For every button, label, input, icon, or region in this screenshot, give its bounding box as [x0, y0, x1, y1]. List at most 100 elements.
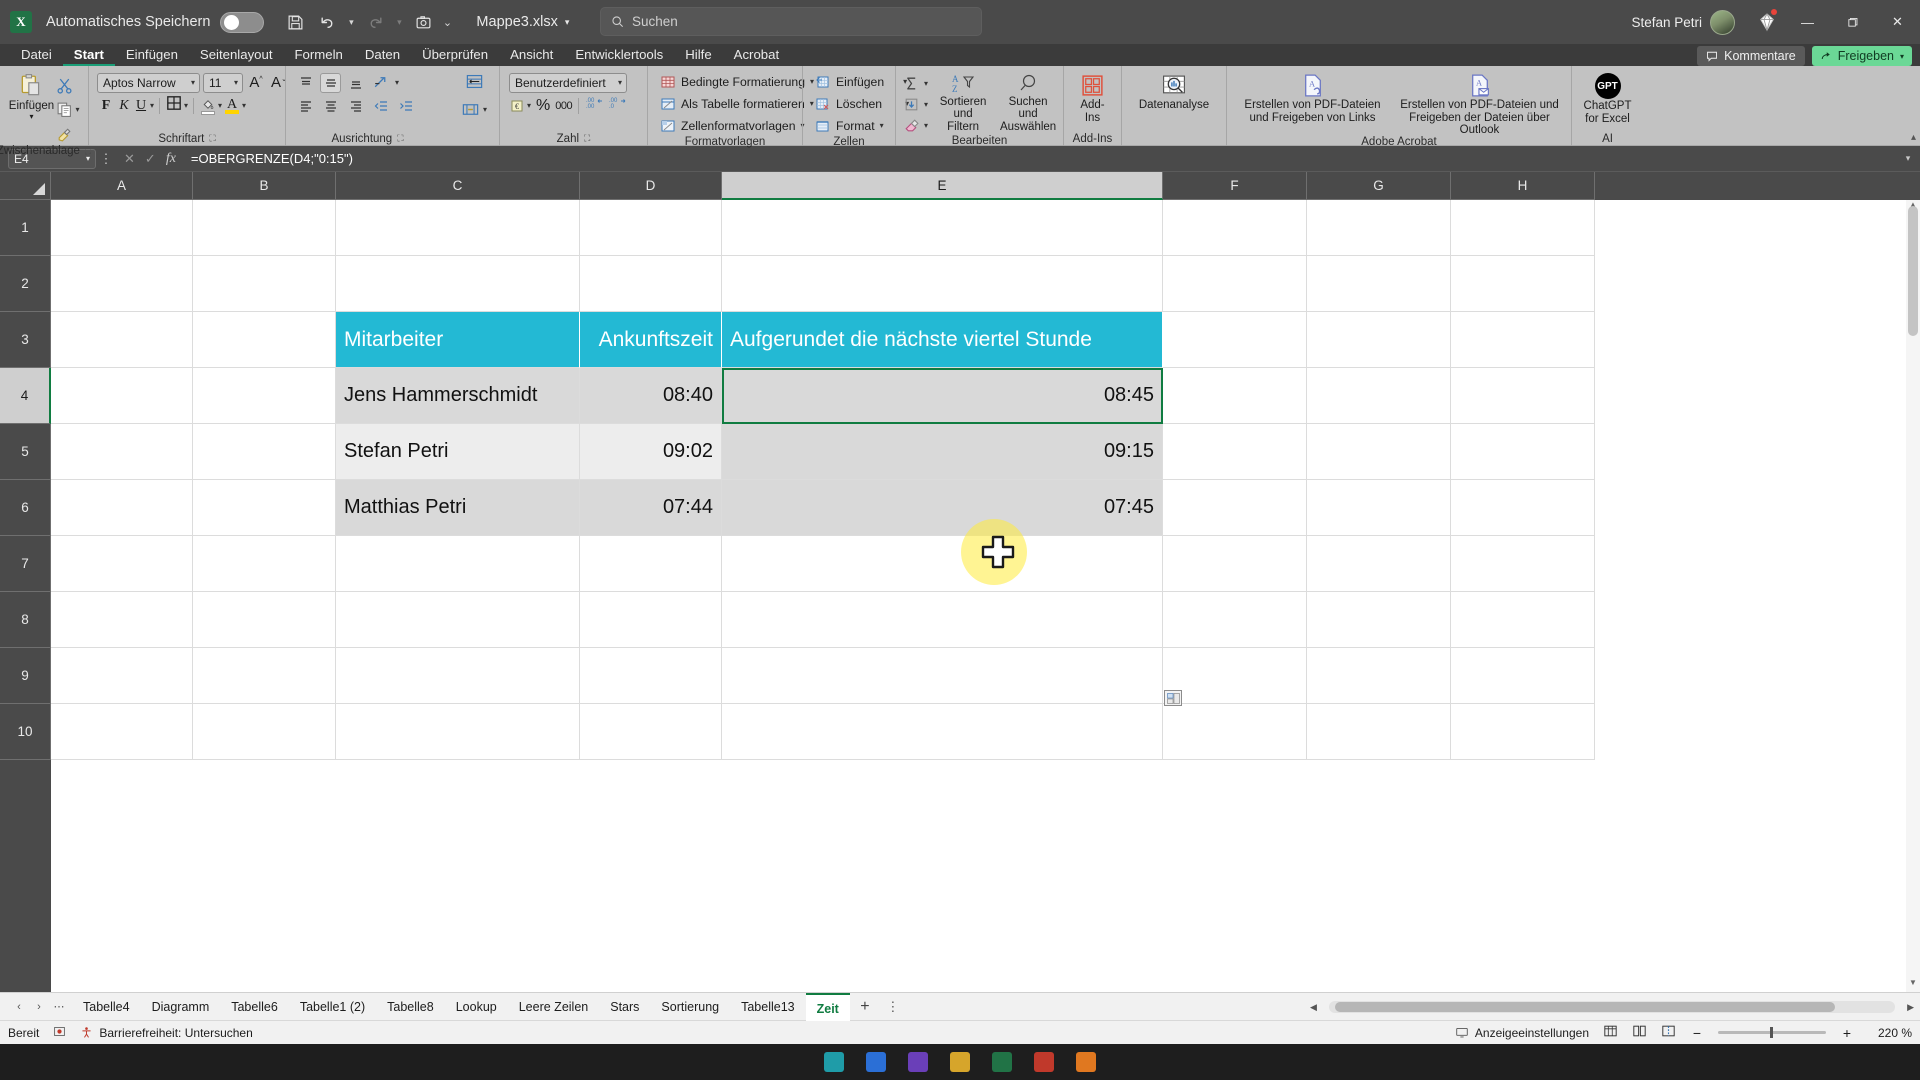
cell-A2[interactable] — [51, 256, 193, 312]
sheet-tab-tabelle4[interactable]: Tabelle4 — [72, 993, 141, 1021]
tab-ueberpruefen[interactable]: Überprüfen — [411, 45, 499, 66]
row-header-4[interactable]: 4 — [0, 368, 51, 424]
taskbar-icon-blue-app[interactable] — [866, 1052, 886, 1072]
cell-C4[interactable]: Jens Hammerschmidt — [336, 368, 580, 424]
cut-button[interactable] — [56, 73, 79, 97]
select-all-corner[interactable] — [0, 172, 51, 200]
increase-decimal-button[interactable]: .00.00 — [585, 95, 603, 116]
undo-dropdown-icon[interactable]: ▾ — [344, 8, 358, 36]
cell-G6[interactable] — [1307, 480, 1451, 536]
cell-C5[interactable]: Stefan Petri — [336, 424, 580, 480]
clear-button[interactable]: ▾ — [903, 115, 928, 135]
cell-F4[interactable] — [1163, 368, 1307, 424]
sort-filter-button[interactable]: AZ Sortieren und Filtern — [934, 71, 992, 133]
format-cells-button[interactable]: Format ▾ — [811, 115, 888, 136]
sheet-tab-sortierung[interactable]: Sortierung — [650, 993, 730, 1021]
cell-A9[interactable] — [51, 648, 193, 704]
font-family-chevron-icon[interactable]: ▾ — [191, 78, 195, 87]
align-top-button[interactable] — [295, 73, 316, 93]
comments-button[interactable]: Kommentare — [1697, 46, 1805, 66]
cell-E8[interactable] — [722, 592, 1163, 648]
vertical-scroll-thumb[interactable] — [1908, 206, 1918, 336]
underline-chevron-icon[interactable]: ▾ — [150, 101, 154, 110]
format-as-table-button[interactable]: Als Tabelle formatieren ▾ — [656, 93, 818, 114]
cell-D6[interactable]: 07:44 — [580, 480, 722, 536]
cell-styles-button[interactable]: Zellenformatvorlagen ▾ — [656, 115, 809, 136]
sheet-nav-ellipsis-icon[interactable]: ⋯ — [50, 1000, 68, 1013]
cell-H2[interactable] — [1451, 256, 1595, 312]
undo-icon[interactable] — [312, 8, 342, 36]
cell-A6[interactable] — [51, 480, 193, 536]
cell-C1[interactable] — [336, 200, 580, 256]
sheet-nav-prev-icon[interactable]: ‹ — [10, 1001, 28, 1013]
tab-acrobat[interactable]: Acrobat — [723, 45, 790, 66]
cell-E2[interactable] — [722, 256, 1163, 312]
conditional-formatting-button[interactable]: Bedingte Formatierung ▾ — [656, 71, 818, 92]
tab-ansicht[interactable]: Ansicht — [499, 45, 564, 66]
orientation-button[interactable] — [370, 73, 391, 93]
tab-formeln[interactable]: Formeln — [284, 45, 354, 66]
copilot-icon[interactable] — [1749, 0, 1785, 44]
merge-chevron-icon[interactable]: ▾ — [483, 105, 487, 114]
cell-F6[interactable] — [1163, 480, 1307, 536]
taskbar-icon-green-app[interactable] — [992, 1052, 1012, 1072]
tab-einfuegen[interactable]: Einfügen — [115, 45, 189, 66]
cell-B2[interactable] — [193, 256, 336, 312]
document-title-chevron-icon[interactable]: ▾ — [565, 17, 570, 28]
format-cells-chevron-icon[interactable]: ▾ — [880, 121, 884, 130]
dataanalysis-button[interactable]: Datenanalyse — [1127, 71, 1221, 111]
column-header-c[interactable]: C — [336, 172, 580, 200]
orientation-chevron-icon[interactable]: ▾ — [395, 78, 399, 87]
thousands-separator-button[interactable]: 000 — [555, 100, 572, 112]
cell-D7[interactable] — [580, 536, 722, 592]
add-sheet-button[interactable]: + — [850, 998, 880, 1016]
addins-button[interactable]: Add- Ins — [1069, 71, 1116, 124]
create-pdf-share-outlook-button[interactable]: A Erstellen von PDF-Dateien und Freigebe… — [1394, 71, 1566, 136]
alignment-dialog-launcher-icon[interactable]: ⛶ — [397, 133, 403, 144]
number-dialog-launcher-icon[interactable]: ⛶ — [584, 133, 590, 144]
tab-datei[interactable]: Datei — [10, 45, 63, 66]
number-format-select[interactable]: Benutzerdefiniert ▾ — [509, 72, 627, 93]
column-header-f[interactable]: F — [1163, 172, 1307, 200]
cell-B10[interactable] — [193, 704, 336, 760]
tab-seitenlayout[interactable]: Seitenlayout — [189, 45, 284, 66]
number-format-chevron-icon[interactable]: ▾ — [618, 78, 622, 87]
column-header-h[interactable]: H — [1451, 172, 1595, 200]
qat-customize-icon[interactable]: ⌄ — [440, 8, 454, 36]
cell-E1[interactable] — [722, 200, 1163, 256]
cell-H5[interactable] — [1451, 424, 1595, 480]
sheet-tab-stars[interactable]: Stars — [599, 993, 650, 1021]
avatar[interactable] — [1710, 9, 1735, 35]
tab-hilfe[interactable]: Hilfe — [674, 45, 722, 66]
cell-E5[interactable]: 09:15 — [722, 424, 1163, 480]
ribbon-collapse-icon[interactable]: ▴ — [1911, 132, 1916, 143]
cell-C10[interactable] — [336, 704, 580, 760]
zoom-out-button[interactable]: − — [1690, 1025, 1704, 1041]
row-header-8[interactable]: 8 — [0, 592, 51, 648]
vertical-scrollbar[interactable]: ▲ ▼ — [1906, 200, 1920, 992]
fill-down-button[interactable]: ▾ — [903, 94, 928, 114]
cell-G8[interactable] — [1307, 592, 1451, 648]
cell-C2[interactable] — [336, 256, 580, 312]
fill-color-button[interactable] — [199, 97, 217, 115]
cell-D1[interactable] — [580, 200, 722, 256]
autosave-toggle[interactable] — [220, 11, 265, 33]
view-page-layout-button[interactable] — [1632, 1024, 1647, 1041]
sheet-list-button[interactable]: ⋮ — [880, 999, 906, 1015]
row-header-2[interactable]: 2 — [0, 256, 51, 312]
sheet-tab-tabelle13[interactable]: Tabelle13 — [730, 993, 806, 1021]
copy-chevron-icon[interactable]: ▾ — [75, 105, 79, 114]
cell-B5[interactable] — [193, 424, 336, 480]
cell-E3[interactable]: Aufgerundet die nächste viertel Stunde — [722, 312, 1163, 368]
maximize-button[interactable] — [1830, 0, 1875, 44]
borders-button[interactable] — [165, 94, 183, 117]
confirm-icon[interactable]: ✓ — [145, 151, 156, 167]
cell-F5[interactable] — [1163, 424, 1307, 480]
zoom-level-label[interactable]: 220 % — [1868, 1026, 1912, 1040]
minimize-button[interactable]: — — [1785, 0, 1830, 44]
create-pdf-share-link-button[interactable]: A Erstellen von PDF-Dateien und Freigebe… — [1233, 71, 1393, 124]
row-header-6[interactable]: 6 — [0, 480, 51, 536]
clipboard-dialog-launcher-icon[interactable]: ⛶ — [85, 146, 91, 157]
font-size-select[interactable]: 11 ▾ — [203, 72, 243, 93]
cell-D2[interactable] — [580, 256, 722, 312]
